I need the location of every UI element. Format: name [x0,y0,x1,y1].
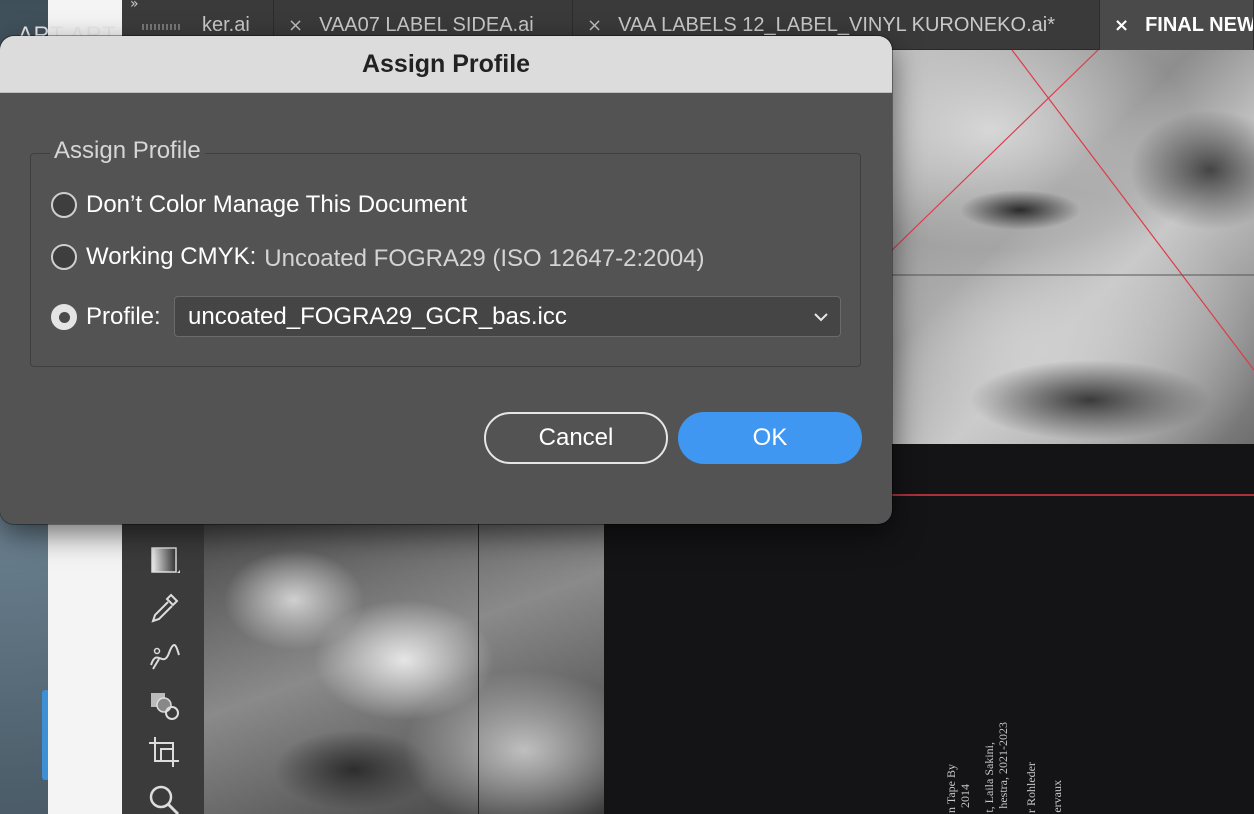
artwork-photo-top [890,50,1254,444]
gradient-tool-icon[interactable] [144,540,184,580]
collapse-panel-button[interactable]: » [130,0,139,12]
puppet-warp-tool-icon[interactable] [144,636,184,676]
profile-select-value: uncoated_FOGRA29_GCR_bas.icc [188,302,567,330]
eyedropper-tool-icon[interactable] [144,588,184,628]
tab-document-4-active[interactable]: × FINAL NEW [1100,0,1254,50]
artwork-credit-text: t, Laila Sakini, [982,742,996,813]
radio-working-cmyk[interactable] [51,244,77,270]
shape-builder-tool-icon[interactable] [144,684,184,724]
assign-profile-dialog: Assign Profile Assign Profile Don’t Colo… [0,36,892,524]
close-icon[interactable]: × [288,15,303,36]
artwork-credit-text: 2014 [958,784,972,808]
artwork-credit-text: n Tape By [944,764,958,813]
panel-grip[interactable] [142,24,182,30]
tab-label: VAA LABELS 12_LABEL_VINYL KURONEKO.ai* [618,13,1055,36]
tab-label: VAA07 LABEL SIDEA.ai [319,13,534,36]
tab-label: ker.ai [202,13,250,36]
radio-dont-color-manage[interactable] [51,192,77,218]
option-profile[interactable]: Profile: [51,303,161,331]
artwork-credit-text: r Rohleder [1024,762,1038,813]
option-working-cmyk[interactable]: Working CMYK: Uncoated FOGRA29 (ISO 1264… [51,241,705,273]
cancel-button[interactable]: Cancel [484,412,668,464]
zoom-tool-icon[interactable] [144,780,184,814]
option-label: Working CMYK: [86,243,257,270]
artwork-photo-bottom [204,520,604,814]
profile-select[interactable]: uncoated_FOGRA29_GCR_bas.icc [174,296,841,337]
ok-button[interactable]: OK [678,412,862,464]
artwork-credit-text: hestra, 2021-2023 [996,722,1010,809]
chevron-down-icon [814,313,828,322]
option-label: Don’t Color Manage This Document [86,191,468,218]
close-icon[interactable]: × [1114,15,1129,36]
option-label: Profile: [86,303,161,330]
group-label: Assign Profile [50,137,205,165]
dialog-title: Assign Profile [0,36,892,93]
guide-line [478,520,479,814]
artboard-tool-icon[interactable] [144,732,184,772]
artwork-credit-text: ervaux [1050,780,1064,813]
tab-label: FINAL NEW [1145,13,1254,36]
close-icon[interactable]: × [587,15,602,36]
option-dont-color-manage[interactable]: Don’t Color Manage This Document [51,191,467,219]
working-cmyk-value: Uncoated FOGRA29 (ISO 12647-2:2004) [264,245,705,272]
radio-profile[interactable] [51,304,77,330]
